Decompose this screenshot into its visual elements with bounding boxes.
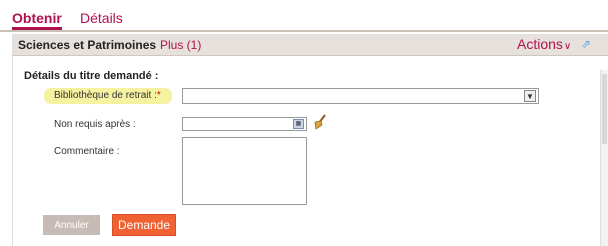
comment-textarea[interactable] (182, 137, 307, 205)
submit-request-button[interactable]: Demande (112, 214, 176, 236)
chevron-down-icon: ∨ (563, 41, 572, 52)
pickup-library-label-text: Bibliothèque de retrait : (54, 90, 157, 101)
scrollbar[interactable] (600, 70, 608, 246)
broom-icon[interactable] (312, 113, 328, 131)
tab-details[interactable]: Détails (80, 10, 123, 26)
plus-link[interactable]: Plus (1) (160, 38, 201, 52)
not-needed-after-input[interactable]: ▦ (182, 117, 307, 131)
not-needed-after-label: Non requis après : (54, 119, 136, 130)
required-mark: * (156, 90, 161, 101)
record-title: Sciences et Patrimoines (18, 38, 157, 52)
popout-icon[interactable]: ⇗ (581, 37, 591, 51)
comment-label: Commentaire : (54, 146, 120, 157)
calendar-icon[interactable]: ▦ (293, 119, 304, 129)
actions-menu[interactable]: Actions∨ (517, 36, 571, 52)
pickup-library-label: Bibliothèque de retrait :* (44, 88, 172, 104)
actions-label: Actions (517, 36, 563, 52)
scrollbar-thumb[interactable] (602, 74, 607, 144)
section-title: Détails du titre demandé : (24, 70, 159, 82)
cancel-button[interactable]: Annuler (43, 215, 100, 235)
tab-obtenir[interactable]: Obtenir (12, 10, 62, 30)
title-bar: Sciences et Patrimoines Plus (1) Actions… (12, 34, 608, 56)
tab-strip: Obtenir Détails (0, 0, 608, 32)
dropdown-arrow-icon[interactable]: ▼ (524, 90, 536, 102)
pickup-library-select[interactable]: ▼ (182, 88, 539, 104)
